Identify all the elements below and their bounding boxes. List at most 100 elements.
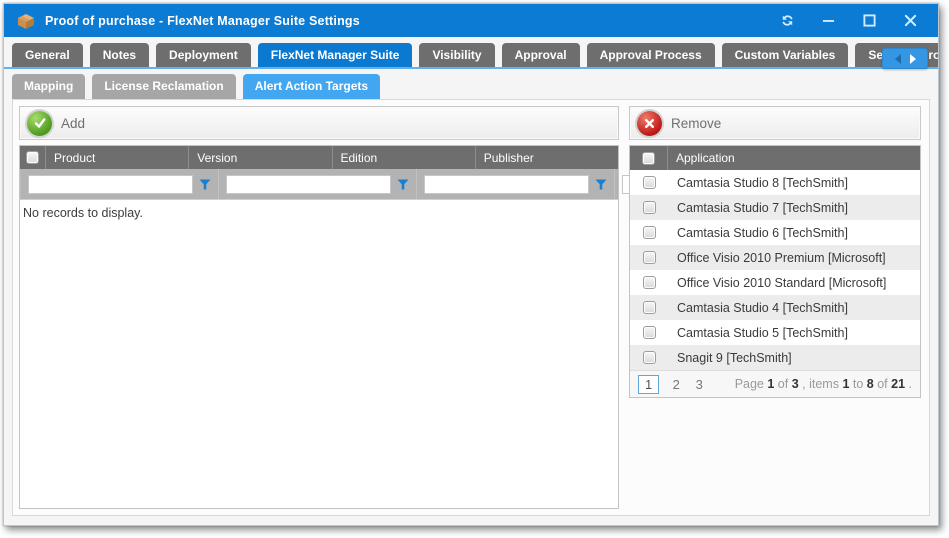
filter-funnel-icon[interactable] <box>195 174 215 194</box>
header-checkbox-cell <box>20 146 46 169</box>
sub-tab[interactable]: Alert Action Targets <box>243 74 380 99</box>
pager-summary-token: 1 <box>767 377 774 391</box>
main-tab[interactable]: Approval <box>502 43 580 67</box>
application-row[interactable]: Camtasia Studio 5 [TechSmith] <box>630 320 920 345</box>
remove-button[interactable]: Remove <box>637 111 721 136</box>
remove-button-label: Remove <box>671 116 721 131</box>
titlebar-controls <box>779 13 918 29</box>
column-header[interactable]: Edition <box>333 146 476 169</box>
add-icon <box>27 111 52 136</box>
sub-tab-label: Mapping <box>24 79 73 93</box>
pager-summary-token: , items <box>802 377 842 391</box>
column-header[interactable]: Application <box>668 146 920 170</box>
remove-icon <box>637 111 662 136</box>
applications-grid: Application Camtasia Studio 8 [TechSmith… <box>629 145 921 398</box>
main-tab-label: General <box>25 48 70 62</box>
add-button-label: Add <box>61 116 85 131</box>
row-checkbox-cell <box>630 301 668 314</box>
empty-message: No records to display. <box>23 206 143 220</box>
filter-input[interactable] <box>424 175 589 194</box>
pager-summary-token: to <box>853 377 867 391</box>
application-name: Office Visio 2010 Premium [Microsoft] <box>668 251 920 265</box>
main-tab-label: Notes <box>103 48 136 62</box>
filter-cell <box>219 169 417 199</box>
row-checkbox-cell <box>630 176 668 189</box>
minimize-icon[interactable] <box>820 13 836 29</box>
select-all-checkbox[interactable] <box>26 151 39 164</box>
row-checkbox[interactable] <box>643 326 656 339</box>
row-checkbox[interactable] <box>643 226 656 239</box>
refresh-icon[interactable] <box>779 13 795 29</box>
row-checkbox[interactable] <box>643 301 656 314</box>
sub-tab[interactable]: Mapping <box>12 74 85 99</box>
pager: 1 2 3 Page 1 of <box>630 370 920 397</box>
add-button[interactable]: Add <box>27 111 85 136</box>
row-checkbox[interactable] <box>643 201 656 214</box>
application-name: Camtasia Studio 7 [TechSmith] <box>668 201 920 215</box>
applications-grid-header: Application <box>630 146 920 170</box>
page-number[interactable]: 3 <box>693 377 705 392</box>
column-header-label: Application <box>676 151 735 165</box>
sub-tab[interactable]: License Reclamation <box>92 74 235 99</box>
close-icon[interactable] <box>902 13 918 29</box>
row-checkbox[interactable] <box>643 351 656 364</box>
filter-input[interactable] <box>28 175 193 194</box>
products-grid: Product Version Edition Publisher <box>19 145 619 509</box>
products-section: Add Product Version <box>19 106 619 509</box>
products-filter-row <box>20 169 618 199</box>
application-name: Camtasia Studio 4 [TechSmith] <box>668 301 920 315</box>
application-name: Office Visio 2010 Standard [Microsoft] <box>668 276 920 290</box>
main-tab-label: FlexNet Manager Suite <box>271 48 400 62</box>
application-name: Snagit 9 [TechSmith] <box>668 351 920 365</box>
alert-action-targets-panel: Add Product Version <box>12 99 930 516</box>
application-row[interactable]: Camtasia Studio 7 [TechSmith] <box>630 195 920 220</box>
pager-summary-token: 21 <box>891 377 905 391</box>
main-tab-label: Deployment <box>169 48 238 62</box>
tab-scroll-buttons[interactable] <box>882 48 928 69</box>
application-name: Camtasia Studio 8 [TechSmith] <box>668 176 920 190</box>
page-number[interactable]: 2 <box>670 377 682 392</box>
main-tab[interactable]: Deployment <box>156 43 251 67</box>
main-tab-label: Approval Process <box>600 48 702 62</box>
pager-summary-token: Page <box>735 377 768 391</box>
sub-tab-label: License Reclamation <box>104 79 223 93</box>
main-tab[interactable]: Visibility <box>419 43 494 67</box>
application-row[interactable]: Office Visio 2010 Standard [Microsoft] <box>630 270 920 295</box>
column-header[interactable]: Product <box>46 146 189 169</box>
column-header[interactable]: Version <box>189 146 332 169</box>
products-grid-header: Product Version Edition Publisher <box>20 146 618 169</box>
pager-summary-token: of <box>778 377 792 391</box>
main-tab[interactable]: Custom Variables <box>722 43 849 67</box>
sub-tab-strip: Mapping License Reclamation Alert Action… <box>4 69 938 99</box>
column-header[interactable]: Publisher <box>476 146 618 169</box>
filter-funnel-icon[interactable] <box>393 174 413 194</box>
main-tab[interactable]: General <box>12 43 83 67</box>
application-row[interactable]: Camtasia Studio 8 [TechSmith] <box>630 170 920 195</box>
maximize-icon[interactable] <box>861 13 877 29</box>
select-all-checkbox[interactable] <box>642 152 655 165</box>
settings-dialog: Proof of purchase - FlexNet Manager Suit… <box>3 3 939 526</box>
row-checkbox-cell <box>630 251 668 264</box>
filter-funnel-icon[interactable] <box>591 174 611 194</box>
application-name: Camtasia Studio 6 [TechSmith] <box>668 226 920 240</box>
application-row[interactable]: Office Visio 2010 Premium [Microsoft] <box>630 245 920 270</box>
main-tab[interactable]: Notes <box>90 43 149 67</box>
pager-summary-token: 8 <box>867 377 874 391</box>
pager-summary-token: 1 <box>842 377 849 391</box>
row-checkbox[interactable] <box>643 176 656 189</box>
application-row[interactable]: Camtasia Studio 6 [TechSmith] <box>630 220 920 245</box>
filter-input[interactable] <box>226 175 391 194</box>
column-header-label: Version <box>197 151 237 165</box>
row-checkbox[interactable] <box>643 251 656 264</box>
main-tab[interactable]: FlexNet Manager Suite <box>258 43 413 67</box>
application-row[interactable]: Snagit 9 [TechSmith] <box>630 345 920 370</box>
row-checkbox[interactable] <box>643 276 656 289</box>
main-tab[interactable]: Approval Process <box>587 43 715 67</box>
titlebar: Proof of purchase - FlexNet Manager Suit… <box>4 4 938 37</box>
sub-tab-label: Alert Action Targets <box>255 79 368 93</box>
application-row[interactable]: Camtasia Studio 4 [TechSmith] <box>630 295 920 320</box>
pager-summary: Page 1 of 3 , items 1 to <box>735 377 912 391</box>
tab-scroll-left-icon[interactable] <box>894 54 902 64</box>
page-number[interactable]: 1 <box>638 375 659 394</box>
tab-scroll-right-icon[interactable] <box>909 54 917 64</box>
